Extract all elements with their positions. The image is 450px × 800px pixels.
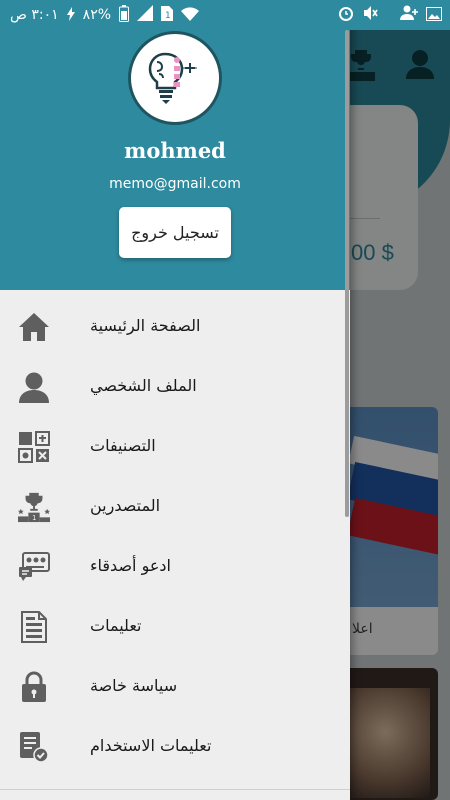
- menu-item-label: تعليمات: [90, 616, 142, 635]
- battery-percent: %٨٢: [82, 7, 112, 23]
- svg-text:1: 1: [165, 11, 171, 21]
- leaderboard-icon: 1: [18, 491, 50, 523]
- navigation-drawer: mohmed memo@gmail.com تسجيل خروج الصفحة …: [0, 0, 350, 800]
- drawer-header: mohmed memo@gmail.com تسجيل خروج: [0, 0, 350, 290]
- menu-item-label: الملف الشخصي: [90, 376, 197, 395]
- menu-item-terms-of-use[interactable]: تعليمات الاستخدام: [0, 717, 350, 777]
- quiz-logo: [128, 31, 222, 125]
- add-user-icon: [400, 5, 418, 25]
- signal-icon: [137, 5, 154, 25]
- menu-item-privacy-policy[interactable]: سياسة خاصة: [0, 657, 350, 717]
- user-email: memo@gmail.com: [109, 176, 241, 192]
- menu-item-label: المتصدرين: [90, 496, 161, 515]
- logout-button[interactable]: تسجيل خروج: [119, 207, 231, 258]
- svg-text:1: 1: [32, 514, 36, 522]
- status-right: [338, 5, 442, 25]
- menu-item-label: ادعو أصدقاء: [90, 556, 171, 575]
- status-time: ٣:٠١ ص: [10, 7, 59, 23]
- alarm-icon: [338, 5, 354, 25]
- mute-icon: [362, 5, 378, 25]
- menu-item-label: الصفحة الرئيسية: [90, 316, 201, 335]
- instructions-icon: [18, 611, 50, 643]
- wifi-icon: [181, 6, 200, 25]
- charging-icon: [66, 6, 75, 25]
- user-name: mohmed: [124, 138, 226, 163]
- menu-item-home[interactable]: الصفحة الرئيسية: [0, 297, 350, 357]
- lock-icon: [18, 671, 50, 703]
- terms-icon: [18, 731, 50, 763]
- profile-icon: [18, 371, 50, 403]
- sim-icon: 1: [161, 5, 174, 25]
- home-icon: [18, 311, 50, 343]
- menu-item-label: تعليمات الاستخدام: [90, 736, 212, 755]
- battery-icon: [119, 4, 130, 26]
- menu-item-label: التصنيفات: [90, 436, 156, 455]
- categories-icon: [18, 431, 50, 463]
- quiz-lightbulb-icon: [148, 52, 197, 104]
- scrollbar[interactable]: [345, 30, 349, 517]
- divider: [0, 789, 350, 790]
- status-bar: ٣:٠١ ص %٨٢ 1: [0, 0, 450, 30]
- invite-friends-icon: [18, 551, 50, 583]
- drawer-menu: الصفحة الرئيسية الملف الشخصي التصنيفات 1…: [0, 297, 350, 777]
- menu-item-categories[interactable]: التصنيفات: [0, 417, 350, 477]
- menu-item-invite-friends[interactable]: ادعو أصدقاء: [0, 537, 350, 597]
- menu-item-label: سياسة خاصة: [90, 676, 178, 695]
- status-left: ٣:٠١ ص %٨٢ 1: [10, 4, 200, 26]
- photo-icon: [426, 6, 442, 25]
- menu-item-profile[interactable]: الملف الشخصي: [0, 357, 350, 417]
- menu-item-instructions[interactable]: تعليمات: [0, 597, 350, 657]
- menu-item-leaderboard[interactable]: 1 المتصدرين: [0, 477, 350, 537]
